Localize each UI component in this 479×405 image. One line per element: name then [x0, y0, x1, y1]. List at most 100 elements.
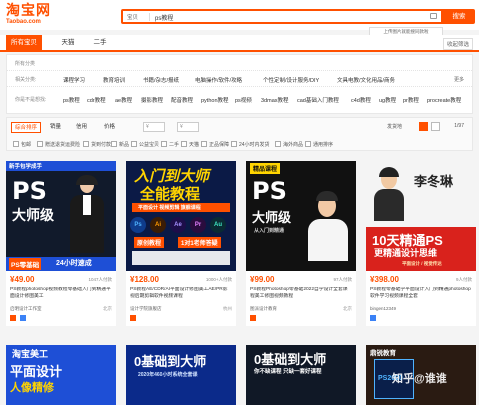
badge-icon	[250, 315, 256, 321]
shop-name[interactable]: bingen12349	[370, 306, 396, 311]
filter-related-item[interactable]: 课程学习	[63, 76, 85, 84]
checkbox-secondhand[interactable]: 二手	[161, 141, 179, 148]
list-view-icon[interactable]	[431, 122, 440, 131]
search-scope-selector[interactable]: 宝贝	[127, 13, 138, 21]
taobao-logo[interactable]: 淘宝网 Taobao.com	[6, 4, 51, 26]
sort-default[interactable]: 综合排序	[11, 122, 42, 133]
product-image[interactable]: 李冬琳 10天精通PS 更精通设计思维 平面设计 / 视觉传达	[366, 161, 476, 271]
product-image[interactable]: 精品课程 PS 大师级 从入门到精通	[246, 161, 356, 271]
filter-row-related: 相关分类: 课程学习 教育培训 书籍/杂志/报纸 电脑操作/软件/攻略 个性定制…	[7, 71, 472, 87]
product-image[interactable]: 入门到大师 全能教程 平面设计 视频剪辑 旗舰课程 Ps Ai Ae Pr Au…	[126, 161, 236, 271]
logo-text-en: Taobao.com	[6, 19, 41, 25]
filter-category-label[interactable]: 所有分类	[15, 60, 35, 67]
badge-icon	[19, 315, 26, 321]
product-price: ¥128.00	[130, 275, 159, 284]
product-price: ¥99.00	[250, 275, 275, 284]
checkbox-charity[interactable]: 公益宝贝	[131, 141, 159, 148]
image-tag: PS零基础	[9, 258, 42, 270]
image-headline: 平面设计	[10, 364, 63, 379]
filter-related-item[interactable]: 教育培训	[103, 76, 125, 84]
product-card[interactable]: 李冬琳 10天精通PS 更精通设计思维 平面设计 / 视觉传达 ¥398.00 …	[366, 161, 476, 326]
sort-credit[interactable]: 信用	[73, 122, 90, 133]
person-figure	[374, 167, 404, 221]
filter-related-item[interactable]: 书籍/杂志/报纸	[143, 76, 179, 84]
product-title[interactable]: PS教程零基础学平面设计入门到精通photoshop软件学习视频课程全套	[370, 287, 472, 300]
product-card[interactable]: 入门到大师 全能教程 平面设计 视频剪辑 旗舰课程 Ps Ai Ae Pr Au…	[126, 161, 236, 326]
suggest-item[interactable]: c4d教程	[351, 96, 371, 104]
suggest-item[interactable]: python教程	[201, 96, 229, 104]
search-button[interactable]: 搜索	[443, 9, 475, 24]
suggest-item[interactable]: 配音教程	[171, 96, 193, 104]
filter-suggest-label: 你是不是想找:	[15, 97, 47, 103]
suggest-item[interactable]: ps教程	[63, 96, 80, 104]
product-location: 北京	[103, 306, 112, 311]
product-sales: 1000+人付款	[205, 277, 232, 282]
photoshop-icon: Ps	[130, 217, 146, 233]
product-title[interactable]: PS教程photoshop视频教程零基础入门到精通平面设计修图美工	[10, 287, 112, 300]
filter-related-item[interactable]: 电脑操作/软件/攻略	[195, 76, 242, 84]
suggest-item[interactable]: 摄影教程	[141, 96, 163, 104]
image-subheadline: 全能教程	[140, 186, 201, 203]
badge-icon	[130, 315, 136, 321]
image-headline: PS	[12, 177, 47, 205]
checkbox-cod[interactable]: 货到付款	[83, 141, 111, 148]
image-subheadline: 更精通设计思维	[374, 248, 438, 258]
product-sales: 97人付款	[333, 277, 352, 282]
checkbox-return-insurance[interactable]: 赠送退货运费险	[37, 141, 80, 148]
shop-name[interactable]: 图派设计教育	[250, 306, 277, 312]
tab-all-items[interactable]: 所有宝贝	[6, 35, 42, 50]
sort-price[interactable]: 价格	[101, 122, 118, 133]
product-title[interactable]: PS教程Photoshop零基础2022自学设计全套课程美工修图视频教程	[250, 287, 352, 300]
product-card[interactable]: 0基础到大师 你不缺课程 只缺一套好课程	[246, 345, 356, 405]
image-banner-text: 精品课程	[250, 163, 281, 174]
sort-sales[interactable]: 销量	[47, 122, 64, 133]
collapse-filter-button[interactable]: 收起筛选	[442, 38, 473, 50]
filter-related-item[interactable]: 文具电教/文化用品/商务	[337, 76, 395, 84]
image-subheadline: 大师级	[12, 207, 54, 223]
product-card[interactable]: 淘宝美工 平面设计 人像精修	[6, 345, 116, 405]
product-title[interactable]: PS教程AE/CDR/AI平面设计修图美工AE/PR影视后期剪辑软件视频课程	[130, 287, 232, 300]
product-card[interactable]: 新手包学成手 PS 大师级 PS零基础 24小时速成 ¥49.00 1047人付…	[6, 161, 116, 326]
checkbox-24h-ship[interactable]: 24小时内发货	[231, 141, 270, 148]
shop-name[interactable]: 启明设计工作室	[10, 306, 42, 312]
filter-row-suggest: 你是不是想找: ps教程 cdr教程 ae教程 摄影教程 配音教程 python…	[7, 91, 472, 113]
product-card[interactable]: 0基础到大师 2020年460小时系统全套课	[126, 345, 236, 405]
ship-to-selector[interactable]: 发货地	[387, 123, 402, 130]
product-card[interactable]: 精品课程 PS 大师级 从入门到精通 ¥99.00 97人付款 PS教程Phot…	[246, 161, 356, 326]
tab-secondhand[interactable]: 二手	[88, 35, 112, 50]
image-banner-text: 平面设计 视频剪辑 旗舰课程	[138, 205, 201, 211]
image-tag: 1对1老师答疑	[178, 237, 221, 248]
filter-more-button[interactable]: 更多	[454, 76, 464, 83]
checkbox-genuine[interactable]: 正品保障	[201, 141, 229, 148]
suggest-item[interactable]: pr教程	[403, 96, 419, 104]
tab-tmall[interactable]: 天猫	[56, 35, 80, 50]
grid-view-icon[interactable]	[419, 122, 428, 131]
suggest-item[interactable]: ps视频	[235, 96, 252, 104]
shop-name[interactable]: 设计学院旗舰店	[130, 306, 162, 312]
image-subheadline: 大师级	[252, 210, 292, 225]
filter-row-category: 所有分类	[7, 55, 472, 71]
suggest-item[interactable]: cad基础入门教程	[297, 96, 339, 104]
filter-related-item[interactable]: 个性定制/设计服务/DIY	[263, 76, 319, 84]
filter-panel: 所有分类 相关分类: 课程学习 教育培训 书籍/杂志/报纸 电脑操作/软件/攻略…	[6, 54, 473, 114]
price-min-input[interactable]: ¥	[143, 122, 165, 132]
checkbox-new[interactable]: 新品	[111, 141, 129, 148]
checkbox-tmall[interactable]: 天猫	[181, 141, 199, 148]
checkbox-free-shipping[interactable]: 包邮	[13, 141, 31, 148]
search-input[interactable]: ps教程	[155, 13, 173, 22]
checkbox-sort-mode[interactable]: 通用排序	[305, 141, 333, 148]
camera-icon[interactable]	[430, 13, 437, 19]
suggest-item[interactable]: ug教程	[379, 96, 396, 104]
person-figure	[68, 175, 106, 253]
product-image[interactable]: 新手包学成手 PS 大师级 PS零基础 24小时速成	[6, 161, 116, 271]
image-tag: 平面设计 / 视觉传达	[402, 261, 442, 266]
suggest-item[interactable]: cdr教程	[87, 96, 106, 104]
suggest-item[interactable]: procreate教程	[427, 96, 461, 104]
checkbox-overseas[interactable]: 海外商品	[275, 141, 303, 148]
price-max-input[interactable]: ¥	[177, 122, 199, 132]
search-box[interactable]: 宝贝 ps教程	[121, 9, 443, 24]
image-headline: 0基础到大师	[254, 352, 327, 367]
suggest-item[interactable]: 3dmax教程	[261, 96, 289, 104]
after-effects-icon: Ae	[170, 217, 186, 233]
suggest-item[interactable]: ae教程	[115, 96, 132, 104]
